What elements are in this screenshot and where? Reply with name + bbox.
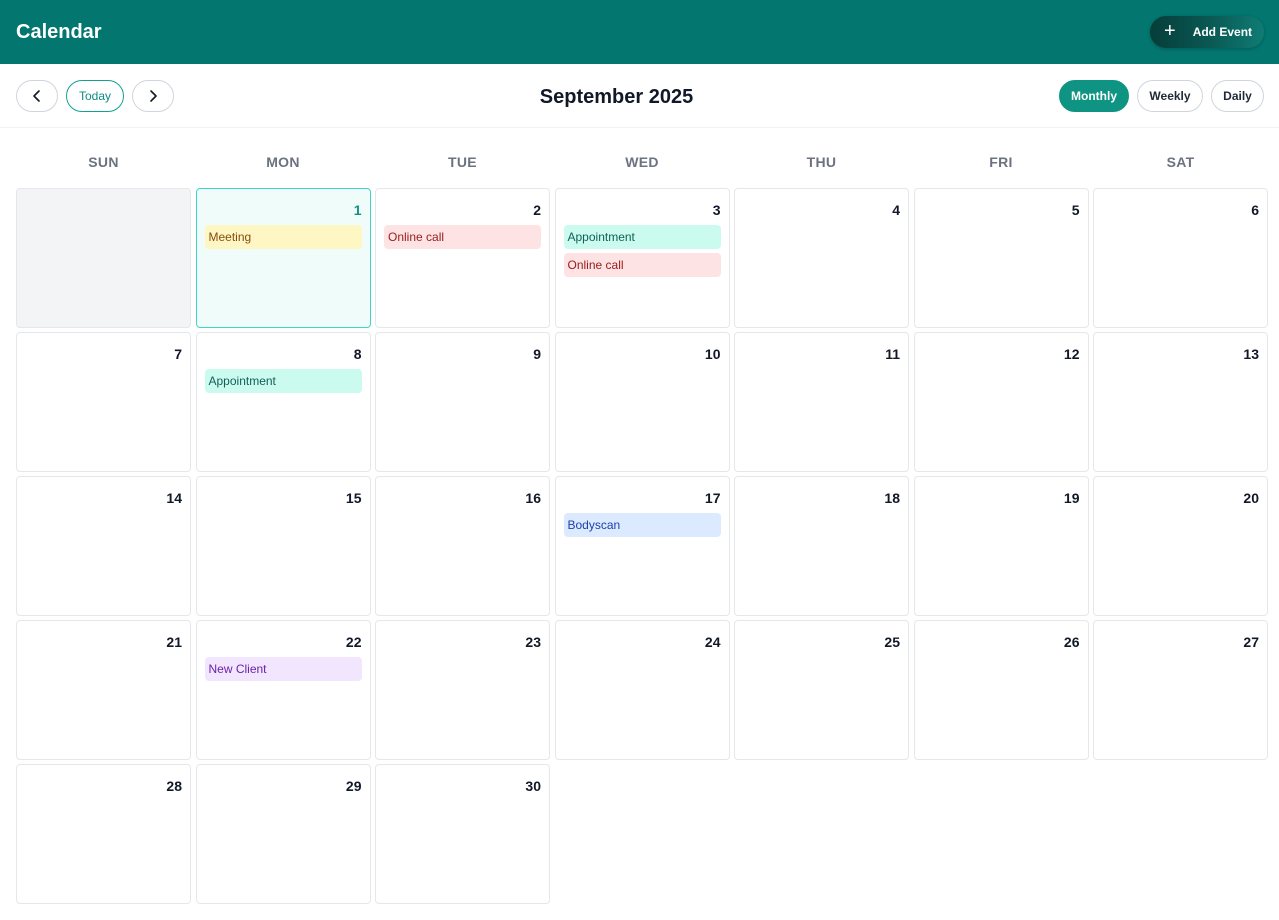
- day-cell-1[interactable]: 1 Meeting: [195, 188, 371, 328]
- event-chip[interactable]: Meeting: [204, 225, 362, 249]
- day-number: 27: [1243, 634, 1259, 650]
- event-chip[interactable]: Online call: [563, 253, 721, 277]
- empty-day-cell: [16, 188, 191, 328]
- day-cell-25[interactable]: 25: [734, 620, 909, 760]
- day-number: 6: [1251, 202, 1259, 218]
- day-cell-11[interactable]: 11: [734, 332, 909, 472]
- day-cell-27[interactable]: 27: [1093, 620, 1268, 760]
- weekday-header: SUN MON TUE WED THU FRI SAT: [16, 152, 1264, 172]
- day-number: 7: [174, 346, 182, 362]
- event-list: Appointment Online call: [563, 225, 721, 281]
- day-number: 15: [345, 490, 362, 506]
- weekday-label: SUN: [88, 154, 119, 170]
- day-number: 8: [353, 346, 362, 362]
- day-cell-6[interactable]: 6: [1093, 188, 1268, 328]
- day-number: 1: [353, 202, 362, 218]
- day-cell-3[interactable]: 3 Appointment Online call: [554, 188, 730, 328]
- blank-cell: [734, 764, 909, 904]
- blank-cell: [555, 764, 730, 904]
- day-cell-24[interactable]: 24: [554, 620, 730, 760]
- day-cell-5[interactable]: 5: [913, 188, 1089, 328]
- day-number: 12: [1063, 346, 1080, 362]
- add-event-button[interactable]: + Add Event: [1150, 16, 1264, 48]
- day-number: 28: [166, 778, 182, 794]
- day-number: 10: [704, 346, 721, 362]
- day-cell-12[interactable]: 12: [913, 332, 1089, 472]
- day-cell-7[interactable]: 7: [16, 332, 191, 472]
- day-cell-8[interactable]: 8 Appointment: [195, 332, 371, 472]
- plus-icon: +: [1164, 20, 1176, 42]
- day-cell-17[interactable]: 17 Bodyscan: [554, 476, 730, 616]
- month-title: September 2025: [539, 86, 694, 108]
- app-header: Calendar + Add Event: [0, 0, 1279, 64]
- day-number: 16: [525, 490, 541, 506]
- month-grid: 1 Meeting 2 Online call 3 Appointment Online c…: [16, 188, 1268, 904]
- event-chip[interactable]: Online call: [384, 225, 541, 249]
- event-list: Bodyscan: [563, 513, 721, 541]
- weekday-label: WED: [625, 154, 659, 170]
- event-list: Appointment: [204, 369, 362, 397]
- day-number: 22: [345, 634, 362, 650]
- day-number: 30: [525, 778, 541, 794]
- day-number: 20: [1243, 490, 1259, 506]
- day-cell-2[interactable]: 2 Online call: [375, 188, 550, 328]
- event-chip[interactable]: New Client: [204, 657, 362, 681]
- event-chip[interactable]: Bodyscan: [563, 513, 721, 537]
- day-cell-4[interactable]: 4: [734, 188, 909, 328]
- day-cell-13[interactable]: 13: [1093, 332, 1268, 472]
- weekday-label: SAT: [1166, 154, 1195, 170]
- day-cell-28[interactable]: 28: [16, 764, 191, 904]
- day-number: 11: [885, 346, 900, 362]
- day-cell-22[interactable]: 22 New Client: [195, 620, 371, 760]
- event-list: New Client: [204, 657, 362, 685]
- day-number: 23: [525, 634, 541, 650]
- day-number: 14: [166, 490, 182, 506]
- day-number: 2: [533, 202, 541, 218]
- event-list: Online call: [384, 225, 541, 253]
- day-number: 3: [712, 202, 721, 218]
- day-cell-16[interactable]: 16: [375, 476, 550, 616]
- app-title: Calendar: [16, 21, 102, 43]
- day-number: 5: [1071, 202, 1080, 218]
- day-cell-10[interactable]: 10: [554, 332, 730, 472]
- day-number: 19: [1063, 490, 1080, 506]
- day-number: 21: [166, 634, 182, 650]
- day-cell-15[interactable]: 15: [195, 476, 371, 616]
- weekday-label: THU: [806, 154, 837, 170]
- day-cell-23[interactable]: 23: [375, 620, 550, 760]
- day-number: 17: [704, 490, 721, 506]
- event-chip[interactable]: Appointment: [204, 369, 362, 393]
- event-chip[interactable]: Appointment: [563, 225, 721, 249]
- day-cell-19[interactable]: 19: [913, 476, 1089, 616]
- day-cell-14[interactable]: 14: [16, 476, 191, 616]
- blank-cell: [1093, 764, 1268, 904]
- day-number: 26: [1063, 634, 1080, 650]
- day-number: 24: [704, 634, 721, 650]
- day-number: 18: [884, 490, 900, 506]
- weekday-label: FRI: [989, 154, 1013, 170]
- day-number: 9: [533, 346, 541, 362]
- day-number: 29: [345, 778, 362, 794]
- weekday-label: TUE: [448, 154, 477, 170]
- day-cell-29[interactable]: 29: [195, 764, 371, 904]
- add-event-label: Add Event: [1192, 25, 1253, 39]
- day-cell-9[interactable]: 9: [375, 332, 550, 472]
- day-cell-26[interactable]: 26: [913, 620, 1089, 760]
- day-number: 13: [1243, 346, 1259, 362]
- weekday-label: MON: [266, 154, 300, 170]
- event-list: Meeting: [204, 225, 362, 253]
- day-number: 25: [884, 634, 900, 650]
- day-cell-21[interactable]: 21: [16, 620, 191, 760]
- blank-cell: [914, 764, 1089, 904]
- day-cell-18[interactable]: 18: [734, 476, 909, 616]
- day-number: 4: [892, 202, 900, 218]
- day-cell-20[interactable]: 20: [1093, 476, 1268, 616]
- day-cell-30[interactable]: 30: [375, 764, 550, 904]
